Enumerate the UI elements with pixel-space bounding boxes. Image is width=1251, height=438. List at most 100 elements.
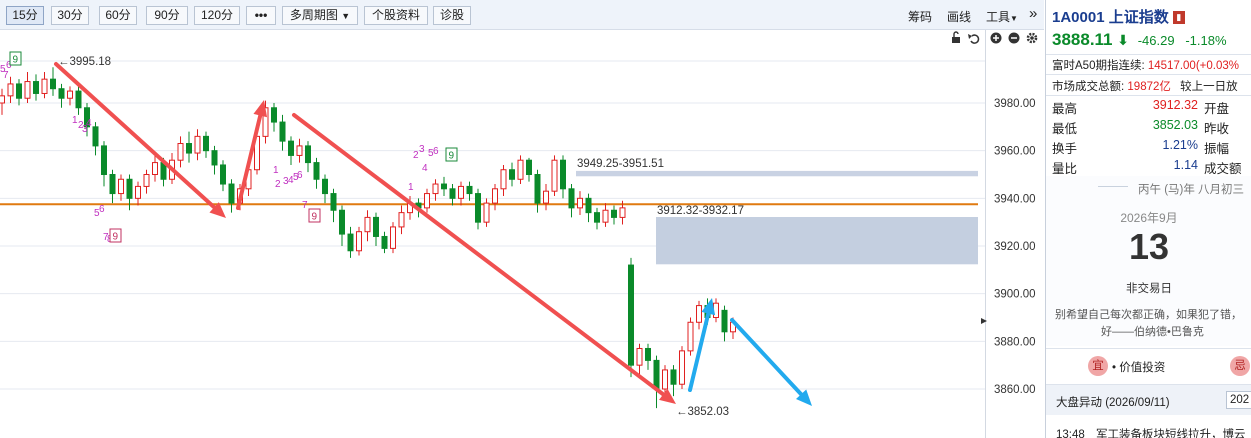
gap-zone-lower-label: 3912.32-3932.17 xyxy=(657,205,744,217)
quote-label-low: 最低 xyxy=(1052,122,1078,136)
period-60min-button[interactable]: 60分 xyxy=(99,6,137,25)
svg-text:9: 9 xyxy=(113,232,119,243)
quote-value-high: 3912.32 xyxy=(1152,98,1198,112)
bad-badge: 忌 xyxy=(1230,356,1250,376)
y-tick-label: 3980.00 xyxy=(994,98,1036,110)
svg-text:9: 9 xyxy=(13,55,19,66)
candle xyxy=(500,164,507,196)
td-nine-badge: 9 xyxy=(445,147,458,162)
candle xyxy=(0,88,5,115)
td-count-mark: 7 xyxy=(103,232,109,243)
candle xyxy=(75,86,82,115)
period-15min-button[interactable]: 15分 xyxy=(6,6,44,25)
candlestick-chart[interactable]: ←3995.18 ←3852.03 3949.25-3951.51 3912.32-3… xyxy=(0,30,1044,438)
price-change-pct: -1.18% xyxy=(1185,33,1227,48)
price-row: 3888.11 ⬇ -46.29 -1.18% xyxy=(1052,30,1227,50)
stock-name: 上证指数 xyxy=(1108,9,1169,26)
news-header: 大盘异动 (2026/09/11) 202 xyxy=(1046,385,1251,415)
expand-icon[interactable]: » xyxy=(1029,5,1037,22)
td-nine-badge: 9 xyxy=(9,51,22,66)
quote-value-volume-ratio: 1.14 xyxy=(1173,158,1198,172)
candle xyxy=(143,169,150,194)
more-periods-button[interactable]: ••• xyxy=(246,6,276,25)
candle xyxy=(713,298,719,323)
calendar-card: 丙午 (马)年 八月初三 2026年9月 13 非交易日 别希望自己每次都正确，… xyxy=(1046,176,1251,346)
stock-title[interactable]: 1A0001 上证指数 ▮ xyxy=(1052,6,1185,27)
chips-button[interactable]: 筹码 xyxy=(908,8,932,25)
candle xyxy=(628,257,634,378)
lunar-date: 丙午 (马)年 八月初三 xyxy=(1138,184,1245,196)
candle xyxy=(534,169,541,213)
candle xyxy=(441,176,447,196)
candle xyxy=(653,355,660,409)
candle xyxy=(339,205,345,246)
tools-dropdown[interactable]: 工具▼ xyxy=(986,8,1018,25)
quote-label-open: 开盘 xyxy=(1204,102,1230,116)
news-item[interactable]: 13:48 军工装备板块短线拉升，博云 xyxy=(1056,426,1245,438)
period-120min-button[interactable]: 120分 xyxy=(194,6,240,25)
candle xyxy=(194,129,201,161)
price-axis: 3860.00 3880.00 3900.00 3920.00 3940.00 3960.… xyxy=(981,98,1036,396)
stock-flag-icon: ▮ xyxy=(1172,11,1185,24)
candle xyxy=(220,160,226,192)
candle xyxy=(288,136,294,165)
candle xyxy=(679,346,685,389)
gap-zone-lower xyxy=(656,216,978,265)
multi-period-label: 多周期图 xyxy=(289,8,338,22)
candle xyxy=(568,184,575,218)
candle xyxy=(721,305,728,342)
candle xyxy=(483,198,490,227)
candle xyxy=(305,141,311,173)
td-count-mark: 4 xyxy=(86,118,92,129)
td-count-mark: 1 xyxy=(273,165,279,176)
td-count-mark: 6 xyxy=(297,170,303,181)
candle xyxy=(24,72,31,103)
candle xyxy=(203,131,209,158)
quote-label-turnover-rate: 换手 xyxy=(1052,142,1078,156)
news-date-button[interactable]: 202 xyxy=(1226,391,1251,409)
candle xyxy=(7,76,14,103)
stock-info-button[interactable]: 个股资料 xyxy=(364,6,428,25)
turnover-row: 市场成交总额: 19872亿 较上一日放 xyxy=(1052,78,1238,94)
calendar-status: 非交易日 xyxy=(1126,283,1172,295)
candle xyxy=(560,155,566,199)
caret-down-icon: ▼ xyxy=(1010,14,1018,23)
candle xyxy=(313,157,320,189)
period-30min-button[interactable]: 30分 xyxy=(51,6,89,25)
candle xyxy=(594,207,600,230)
period-90min-button[interactable]: 90分 xyxy=(146,6,188,25)
candle xyxy=(211,145,218,175)
candle xyxy=(58,83,65,108)
td-count-mark: 2 xyxy=(275,179,281,190)
candle xyxy=(50,67,56,96)
quote-label-amplitude: 振幅 xyxy=(1204,142,1230,156)
draw-line-button[interactable]: 画线 xyxy=(947,8,971,25)
stock-sidebar: 1A0001 上证指数 ▮ 3888.11 ⬇ -46.29 -1.18% 富时… xyxy=(1045,0,1251,438)
candle xyxy=(390,222,396,254)
news-text: 军工装备板块短线拉升，博云 xyxy=(1095,429,1246,438)
current-price: 3888.11 xyxy=(1052,30,1113,49)
td-nine-badge: 9 xyxy=(109,228,122,243)
candle xyxy=(611,205,617,225)
candle xyxy=(347,226,354,258)
candle xyxy=(585,193,592,223)
quote-line-2: 好——伯纳德•巴鲁克 xyxy=(1101,326,1204,338)
candle xyxy=(271,103,277,132)
td-count-mark: 4 xyxy=(422,163,428,174)
price-change: -46.29 xyxy=(1137,33,1175,48)
candle xyxy=(696,300,702,330)
quote-label-prev-close: 昨收 xyxy=(1204,122,1230,136)
price-pointer-icon xyxy=(981,318,987,324)
low-price-label: ←3852.03 xyxy=(676,406,729,418)
candle xyxy=(551,155,558,196)
candle xyxy=(330,188,337,223)
multi-period-dropdown[interactable]: 多周期图 ▼ xyxy=(282,6,358,25)
diagnose-button[interactable]: 诊股 xyxy=(433,6,471,25)
y-tick-label: 3900.00 xyxy=(994,289,1036,301)
candle xyxy=(177,136,184,168)
svg-text:9: 9 xyxy=(449,151,455,162)
candle xyxy=(16,79,22,106)
quote-value-turnover-rate: 1.21% xyxy=(1162,138,1198,152)
chevron-down-icon: ▼ xyxy=(341,11,351,21)
svg-text:9: 9 xyxy=(312,212,318,223)
